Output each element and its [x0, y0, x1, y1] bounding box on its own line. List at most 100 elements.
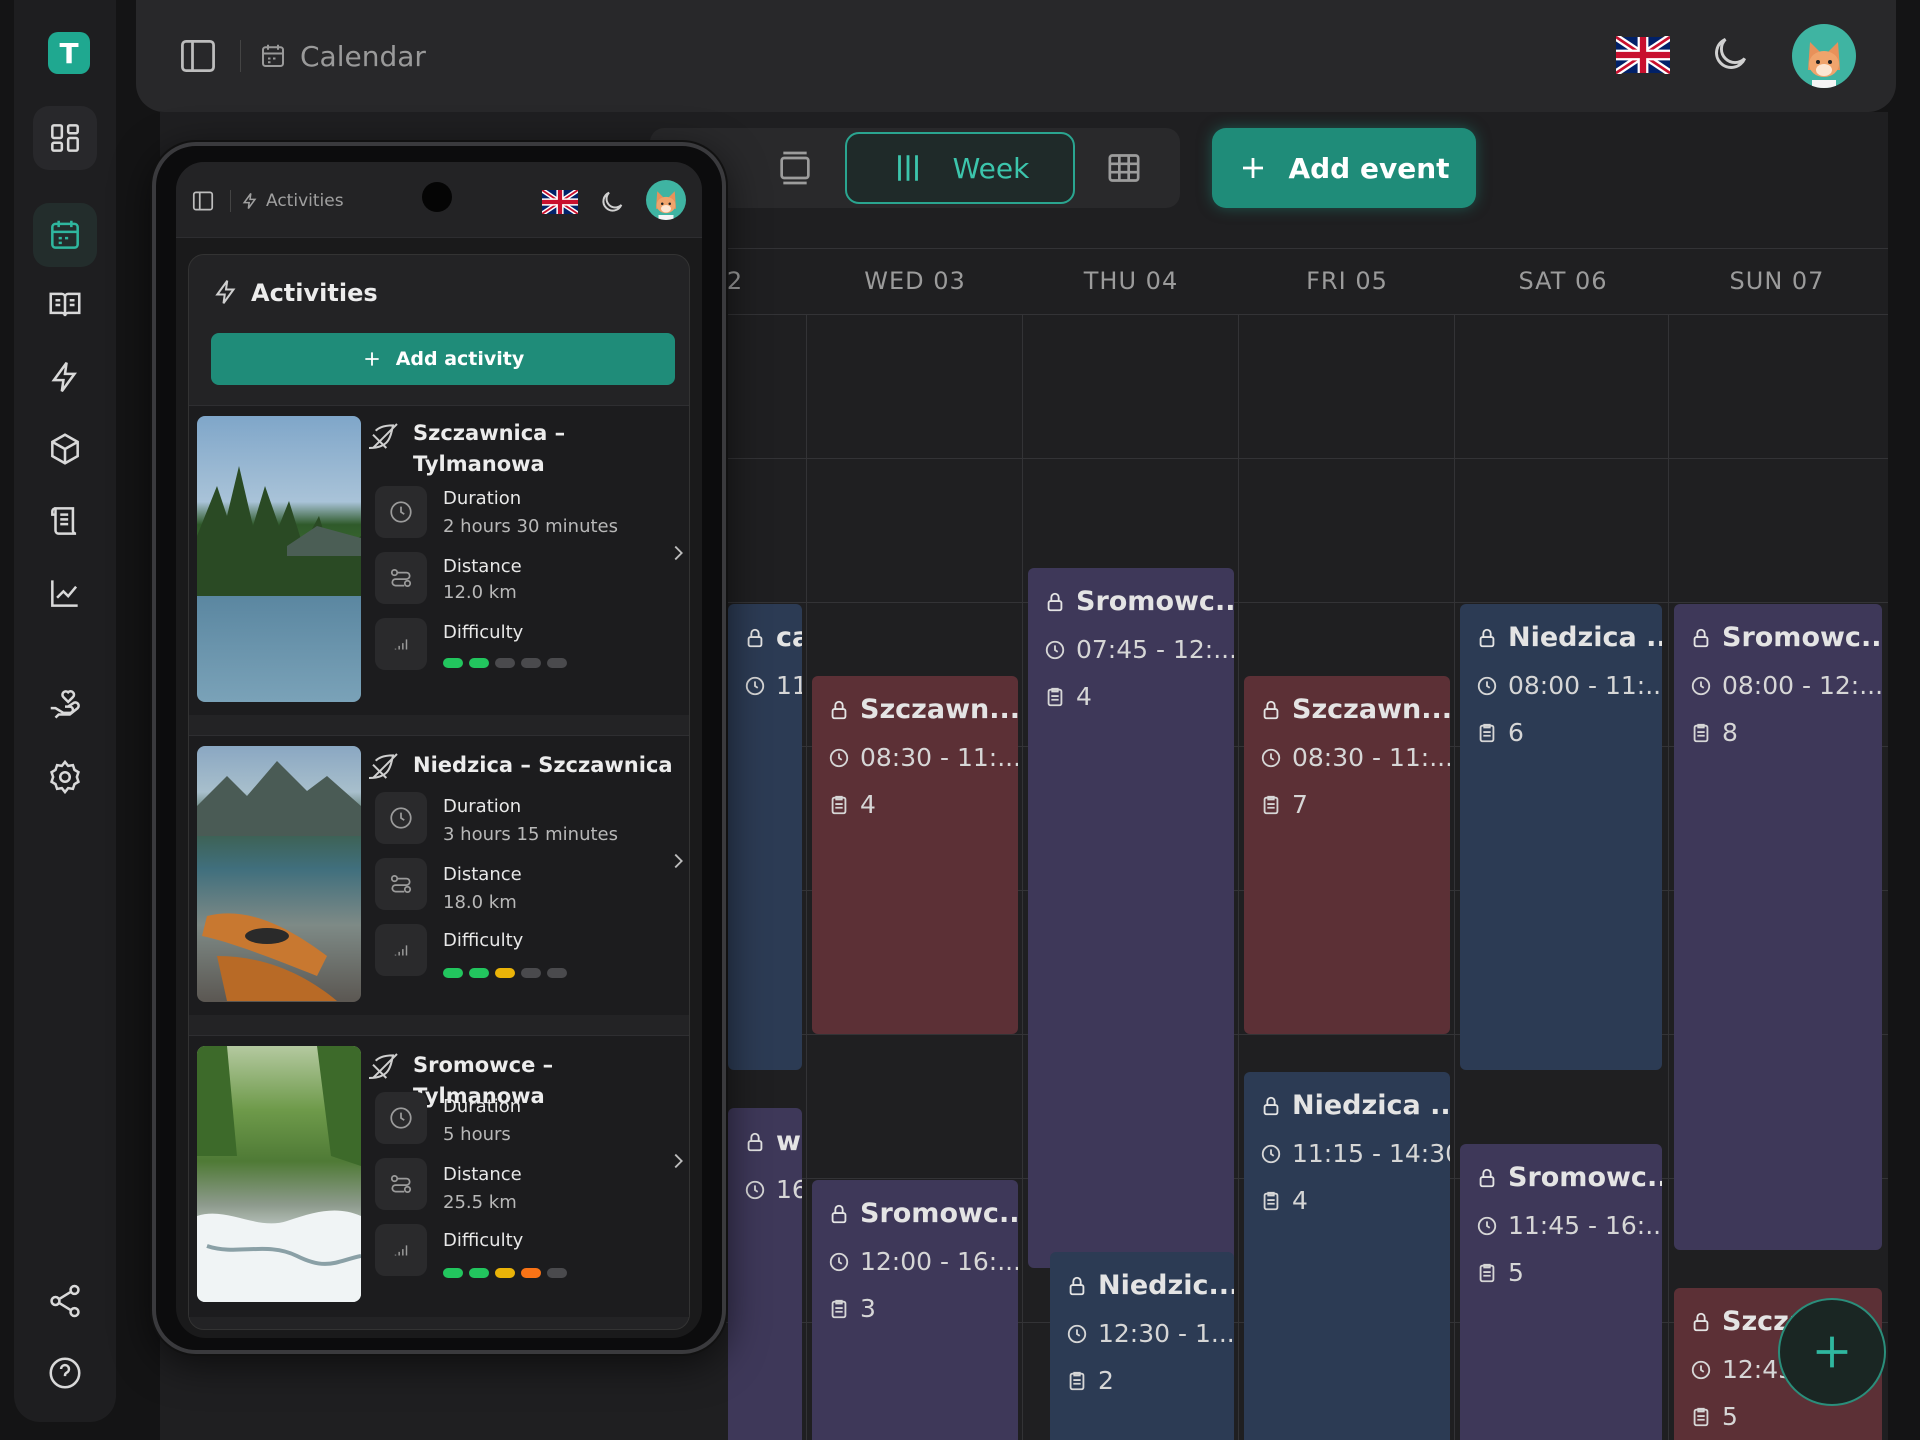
kayak-icon: [369, 1050, 401, 1082]
chevron-right-icon[interactable]: [667, 542, 689, 564]
event-time: 08:30 - 11:...: [828, 743, 1018, 772]
activities-bolt-icon[interactable]: [42, 354, 88, 400]
activity-item[interactable]: Szczawnica – Tylmanowa Duration 2 hours …: [189, 405, 689, 715]
phone-sidebar-toggle-icon[interactable]: [190, 188, 216, 214]
event-title: wc...: [744, 1126, 802, 1157]
distance-value: 18.0 km: [443, 892, 517, 913]
clock-icon: [1690, 1359, 1712, 1381]
add-event-button[interactable]: Add event: [1212, 128, 1476, 208]
event-time-text: 11:...: [776, 671, 802, 700]
day-view-icon[interactable]: [775, 148, 815, 188]
lock-icon: [828, 699, 850, 721]
dashboard-icon[interactable]: [42, 115, 88, 161]
help-icon[interactable]: [42, 1350, 88, 1396]
route-icon: [375, 552, 427, 604]
avatar[interactable]: [646, 180, 686, 220]
week-view-button[interactable]: Week: [845, 132, 1075, 204]
phone-mockup: Activities Activities Add activity Szcza…: [152, 142, 726, 1354]
event-time: 16:...: [744, 1175, 802, 1204]
difficulty-meter: [443, 968, 567, 978]
clipboard-icon: [828, 1298, 850, 1320]
distance-label: Distance: [443, 556, 522, 577]
activity-photo: [197, 416, 361, 702]
event-time: 12:30 - 1...: [1066, 1319, 1234, 1348]
day-header-sun: SUN 07: [1729, 267, 1825, 295]
uk-flag-icon[interactable]: [1616, 36, 1670, 74]
clock-icon: [1476, 675, 1498, 697]
chart-line-icon[interactable]: [42, 570, 88, 616]
event-count-text: 5: [1722, 1402, 1738, 1431]
difficulty-dot: [495, 968, 515, 978]
moon-icon[interactable]: [1708, 32, 1752, 76]
duration-value: 2 hours 30 minutes: [443, 516, 618, 537]
scroll-icon[interactable]: [42, 498, 88, 544]
difficulty-label: Difficulty: [443, 930, 524, 951]
calendar-event[interactable]: Szczawn... 08:30 - 11:... 7: [1244, 676, 1450, 1034]
kayak-icon: [369, 420, 401, 452]
chevron-right-icon[interactable]: [667, 850, 689, 872]
duration-label: Duration: [443, 796, 522, 817]
event-title: Szczawn...: [828, 694, 1018, 725]
add-activity-button[interactable]: Add activity: [211, 333, 675, 385]
difficulty-dot: [469, 968, 489, 978]
hand-heart-icon[interactable]: [42, 682, 88, 728]
day-header-fri: FRI 05: [1306, 267, 1388, 295]
difficulty-label: Difficulty: [443, 1230, 524, 1251]
week-view-label: Week: [952, 151, 1030, 185]
event-title-text: Sromowc...: [860, 1198, 1018, 1229]
difficulty-dot: [547, 1268, 567, 1278]
grid-line: [1022, 314, 1023, 1440]
clipboard-icon: [828, 794, 850, 816]
clock-icon: [744, 1179, 766, 1201]
event-time: 12:00 - 16:...: [828, 1247, 1018, 1276]
moon-icon[interactable]: [598, 188, 626, 216]
event-title: Sromowc...: [1044, 586, 1234, 617]
calendar-icon[interactable]: [42, 212, 88, 258]
lock-icon: [1260, 699, 1282, 721]
sidebar-toggle-icon[interactable]: [176, 34, 220, 78]
activity-item[interactable]: Sromowce – Tylmanowa Duration 5 hours Di…: [189, 1035, 689, 1317]
calendar-event[interactable]: Sromowc... 08:00 - 12:... 8: [1674, 604, 1882, 1250]
calendar-event[interactable]: ca ... 11:...: [728, 604, 802, 1070]
event-title-text: Sromowc...: [1722, 622, 1882, 653]
day-header-wed: WED 03: [864, 267, 966, 295]
event-count-text: 8: [1722, 718, 1738, 747]
event-title-text: Szczawn...: [1292, 694, 1450, 725]
grid-line: [806, 314, 807, 1440]
clock-icon: [375, 792, 427, 844]
floating-add-button[interactable]: [1778, 1298, 1886, 1406]
avatar[interactable]: [1792, 24, 1856, 88]
activity-name: Niedzica – Szczawnica: [413, 753, 673, 777]
lock-icon: [1066, 1275, 1088, 1297]
clipboard-icon: [1260, 1190, 1282, 1212]
plus-icon: [362, 349, 382, 369]
phone-crumb-divider: [230, 190, 231, 212]
share-icon[interactable]: [42, 1278, 88, 1324]
month-grid-icon[interactable]: [1104, 148, 1144, 188]
difficulty-dot: [443, 968, 463, 978]
book-icon[interactable]: [42, 282, 88, 328]
calendar-event[interactable]: Sromowc... 12:00 - 16:... 3: [812, 1180, 1018, 1440]
settings-gear-icon[interactable]: [42, 754, 88, 800]
event-count: 5: [1690, 1402, 1866, 1431]
lock-icon: [1476, 627, 1498, 649]
grid-line: [1668, 314, 1669, 1440]
lock-icon: [1690, 1311, 1712, 1333]
event-count: 7: [1260, 790, 1434, 819]
chevron-right-icon[interactable]: [667, 1150, 689, 1172]
lock-icon: [1690, 627, 1712, 649]
calendar-event[interactable]: Niedzica ... 08:00 - 11:... 6: [1460, 604, 1662, 1070]
calendar-event[interactable]: Sromowc... 11:45 - 16:... 5: [1460, 1144, 1662, 1440]
calendar-event[interactable]: Niedzica ... 11:15 - 14:30 4: [1244, 1072, 1450, 1440]
calendar-event[interactable]: Szczawn... 08:30 - 11:... 4: [812, 676, 1018, 1034]
app-logo[interactable]: T: [48, 32, 90, 74]
route-icon: [375, 858, 427, 910]
difficulty-meter: [443, 658, 567, 668]
uk-flag-icon[interactable]: [542, 190, 578, 214]
package-icon[interactable]: [42, 426, 88, 472]
calendar-event[interactable]: Niedzic... 12:30 - 1... 2: [1050, 1252, 1234, 1440]
calendar-event[interactable]: Sromowc... 07:45 - 12:... 4: [1028, 568, 1234, 1268]
calendar-event[interactable]: wc... 16:...: [728, 1108, 802, 1440]
activity-item[interactable]: Niedzica – Szczawnica Duration 3 hours 1…: [189, 735, 689, 1015]
clock-icon: [1260, 747, 1282, 769]
